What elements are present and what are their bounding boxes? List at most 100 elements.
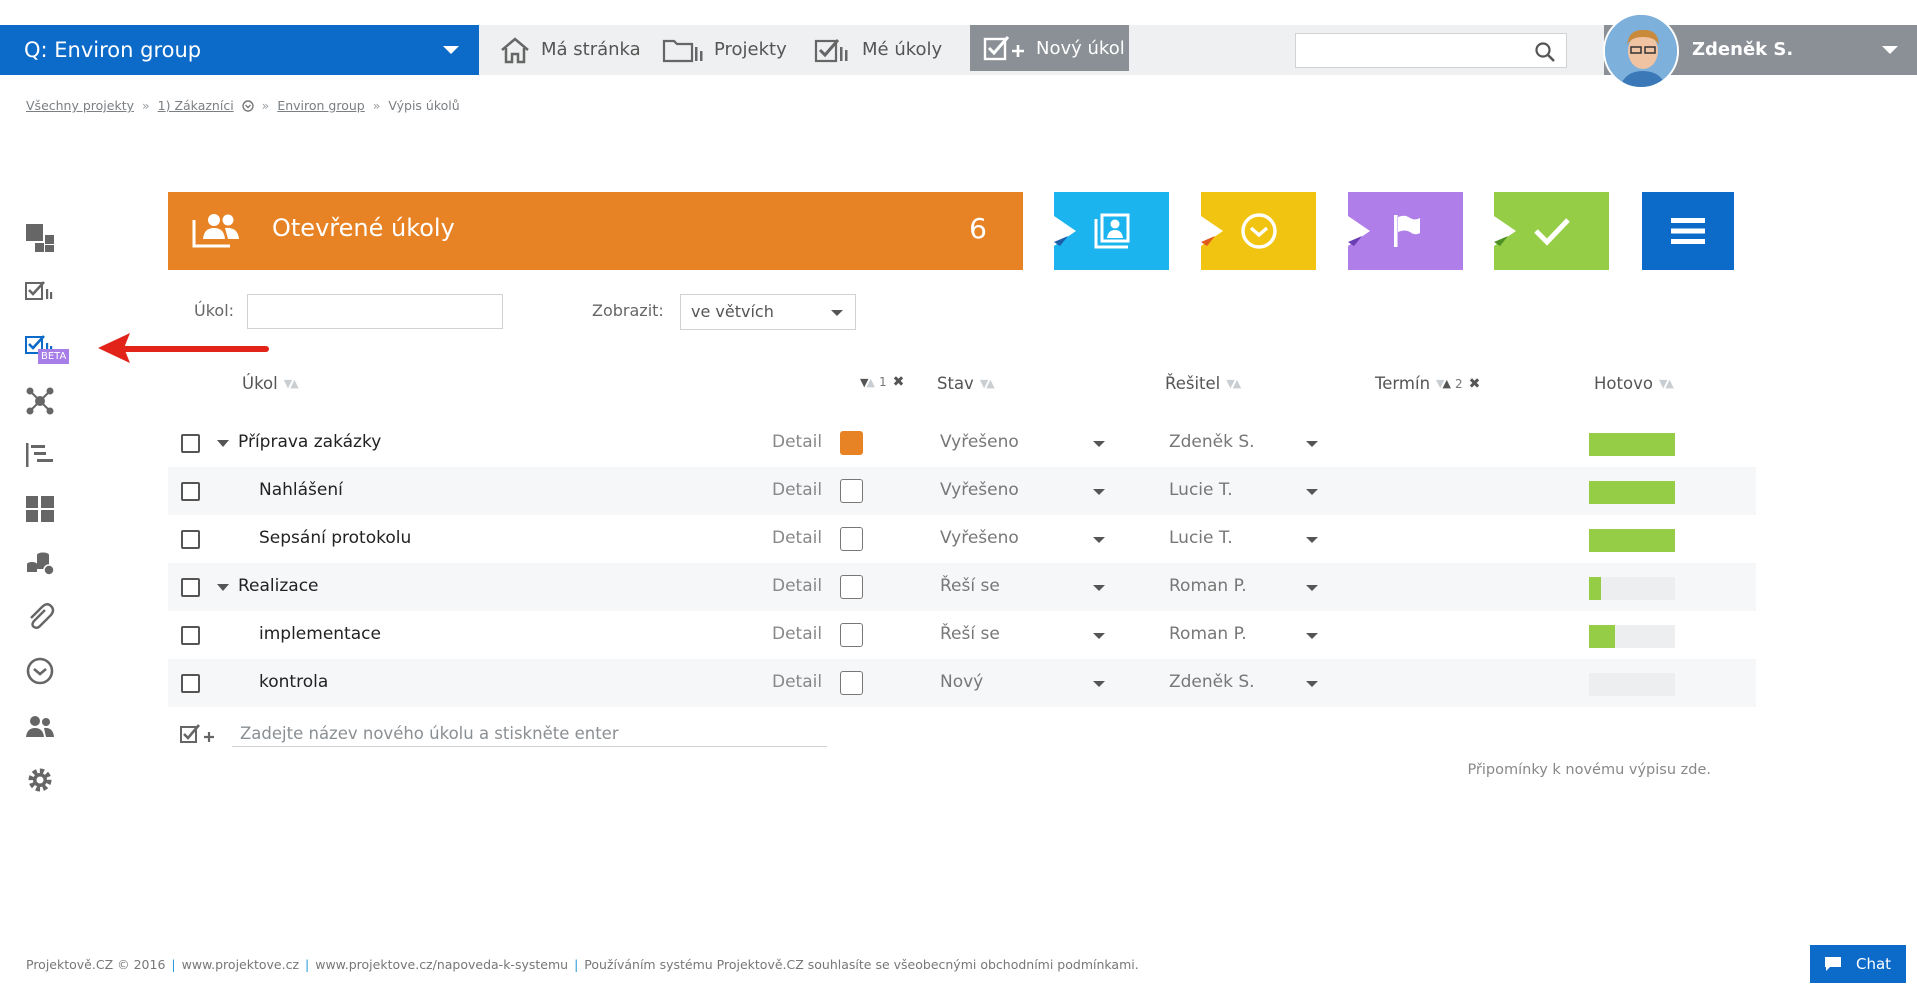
detail-link[interactable]: Detail <box>772 576 822 596</box>
chevron-down-icon[interactable] <box>1093 633 1105 639</box>
nav-my-tasks[interactable]: Mé úkoly <box>814 25 942 75</box>
new-task-button[interactable]: Nový úkol <box>970 25 1129 71</box>
expand-caret-icon[interactable] <box>217 440 229 447</box>
sidebar-item-budget[interactable] <box>24 547 56 579</box>
status-select[interactable]: Řeší se <box>940 624 1000 644</box>
assignee-select[interactable]: Roman P. <box>1169 576 1247 596</box>
priority-flag[interactable] <box>840 431 863 455</box>
breadcrumb-all-projects[interactable]: Všechny projekty <box>26 98 134 113</box>
detail-link[interactable]: Detail <box>772 432 822 452</box>
status-select[interactable]: Vyřešeno <box>940 528 1019 548</box>
chevron-circle-icon[interactable] <box>241 99 254 112</box>
feedback-link[interactable]: Připomínky k novému výpisu zde. <box>1467 762 1711 778</box>
user-name[interactable]: Zdeněk S. <box>1692 25 1793 75</box>
project-selector[interactable]: Q: Environ group <box>0 25 479 75</box>
assignee-select[interactable]: Zdeněk S. <box>1169 672 1255 692</box>
chevron-down-icon[interactable] <box>1093 585 1105 591</box>
menu-tile[interactable] <box>1642 192 1734 270</box>
sort-icon[interactable]: ▼▲ <box>1659 377 1674 390</box>
assigned-tile[interactable] <box>1054 192 1169 270</box>
column-header-deadline[interactable]: Termín ▼▲ 2 ✖ <box>1375 374 1480 393</box>
nav-projects[interactable]: Projekty <box>662 25 787 75</box>
close-icon[interactable]: ✖ <box>893 374 905 390</box>
row-checkbox[interactable] <box>181 626 200 645</box>
column-header-status[interactable]: Stav ▼▲ <box>937 374 995 393</box>
column-header-done[interactable]: Hotovo ▼▲ <box>1594 374 1674 393</box>
milestone-tile[interactable] <box>1348 192 1463 270</box>
sidebar-item-gantt[interactable] <box>24 439 56 471</box>
breadcrumb-project[interactable]: Environ group <box>277 98 364 113</box>
priority-flag[interactable] <box>840 479 863 503</box>
breadcrumb-customers[interactable]: 1) Zákazníci <box>158 98 234 113</box>
chevron-down-icon[interactable] <box>1093 681 1105 687</box>
column-header-task[interactable]: Úkol ▼▲ <box>242 374 299 393</box>
avatar[interactable] <box>1603 13 1679 89</box>
chevron-down-icon[interactable] <box>1306 537 1318 543</box>
priority-flag[interactable] <box>840 527 863 551</box>
new-task-input[interactable] <box>232 720 827 747</box>
nav-my-page[interactable]: Má stránka <box>499 25 641 75</box>
sidebar-item-network[interactable] <box>24 385 56 417</box>
chevron-down-icon[interactable] <box>1306 585 1318 591</box>
expand-caret-icon[interactable] <box>217 584 229 591</box>
chevron-down-icon[interactable] <box>1093 537 1105 543</box>
column-header-priority[interactable]: ▼▲ 1 ✖ <box>860 374 904 390</box>
task-name[interactable]: Realizace <box>238 576 319 596</box>
task-name[interactable]: implementace <box>259 624 381 644</box>
row-checkbox[interactable] <box>181 578 200 597</box>
detail-link[interactable]: Detail <box>772 528 822 548</box>
priority-flag[interactable] <box>840 575 863 599</box>
detail-link[interactable]: Detail <box>772 480 822 500</box>
sort-icon[interactable]: ▼▲ <box>1226 377 1241 390</box>
status-select[interactable]: Vyřešeno <box>940 480 1019 500</box>
sidebar-item-attachments[interactable] <box>24 601 56 633</box>
chevron-down-icon[interactable] <box>1306 681 1318 687</box>
task-name[interactable]: Nahlášení <box>259 480 343 500</box>
open-tasks-banner[interactable]: Otevřené úkoly 6 <box>168 192 1023 270</box>
chat-button[interactable]: Chat <box>1810 945 1906 983</box>
column-header-assignee[interactable]: Řešitel ▼▲ <box>1165 374 1241 393</box>
done-tile[interactable] <box>1494 192 1609 270</box>
deadline-tile[interactable] <box>1201 192 1316 270</box>
sort-icon[interactable]: ▼▲ <box>284 377 299 390</box>
detail-link[interactable]: Detail <box>772 672 822 692</box>
status-select[interactable]: Řeší se <box>940 576 1000 596</box>
chevron-down-icon[interactable] <box>1093 489 1105 495</box>
row-checkbox[interactable] <box>181 482 200 501</box>
sidebar-item-dashboard[interactable] <box>24 222 56 254</box>
assignee-select[interactable]: Roman P. <box>1169 624 1247 644</box>
sidebar-item-tasks[interactable] <box>24 276 56 308</box>
task-name[interactable]: Sepsání protokolu <box>259 528 411 548</box>
task-filter-input[interactable] <box>247 294 503 329</box>
sort-icon[interactable]: ▼▲ <box>860 376 875 389</box>
sidebar-item-settings[interactable] <box>24 764 56 796</box>
search-input[interactable] <box>1296 34 1526 67</box>
chevron-down-icon[interactable] <box>1093 441 1105 447</box>
sort-icon[interactable]: ▼▲ <box>980 377 995 390</box>
sidebar-item-users[interactable] <box>24 710 56 742</box>
sidebar-item-time[interactable] <box>24 655 56 687</box>
show-filter-select[interactable]: ve větvích <box>680 294 856 330</box>
status-select[interactable]: Vyřešeno <box>940 432 1019 452</box>
task-name[interactable]: Příprava zakázky <box>238 432 381 452</box>
chevron-down-icon[interactable] <box>1306 489 1318 495</box>
assignee-select[interactable]: Lucie T. <box>1169 480 1233 500</box>
sort-icon[interactable]: ▼▲ <box>1436 377 1451 390</box>
search-icon[interactable] <box>1534 41 1556 63</box>
chevron-down-icon[interactable] <box>1306 441 1318 447</box>
assignee-select[interactable]: Zdeněk S. <box>1169 432 1255 452</box>
status-select[interactable]: Nový <box>940 672 983 692</box>
detail-link[interactable]: Detail <box>772 624 822 644</box>
row-checkbox[interactable] <box>181 674 200 693</box>
priority-flag[interactable] <box>840 671 863 695</box>
close-icon[interactable]: ✖ <box>1469 376 1481 392</box>
row-checkbox[interactable] <box>181 434 200 453</box>
chevron-down-icon[interactable] <box>1882 46 1898 54</box>
row-checkbox[interactable] <box>181 530 200 549</box>
priority-flag[interactable] <box>840 623 863 647</box>
chevron-down-icon[interactable] <box>1306 633 1318 639</box>
footer-link-help[interactable]: www.projektove.cz/napoveda-k-systemu <box>315 957 568 972</box>
footer-link-home[interactable]: www.projektove.cz <box>182 957 299 972</box>
footer-terms[interactable]: Používáním systému Projektově.CZ souhlas… <box>584 957 1138 972</box>
task-name[interactable]: kontrola <box>259 672 328 692</box>
